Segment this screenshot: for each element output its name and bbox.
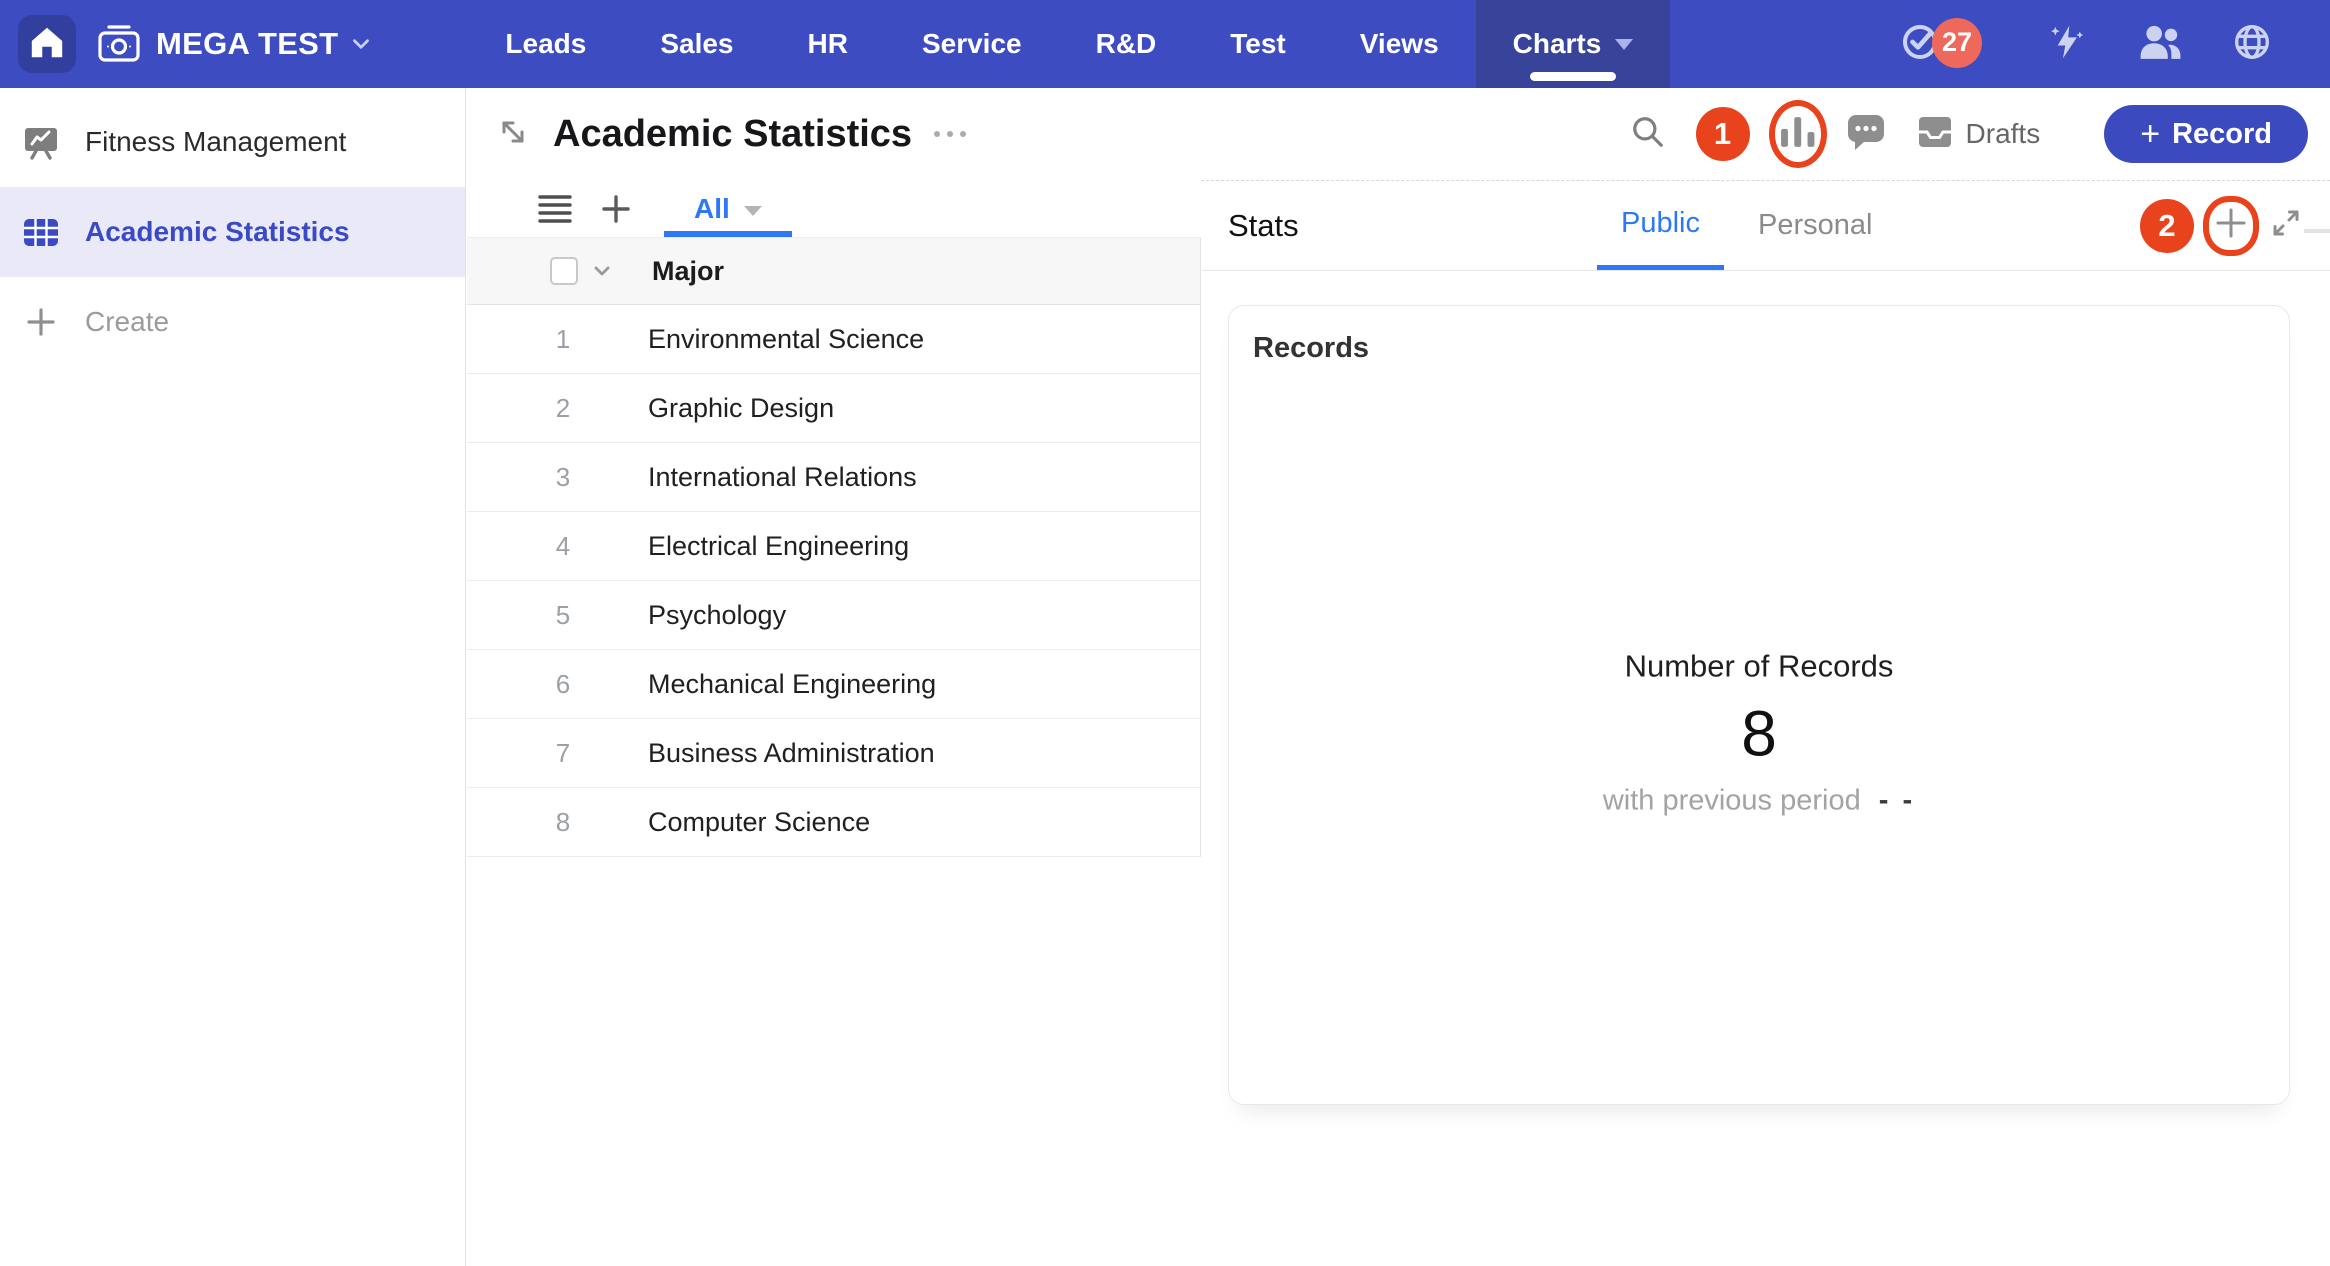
grid-section: All Major 1 Environmental Science: [467, 180, 1201, 1266]
panel-edge-divider: [2304, 229, 2330, 233]
main-area: Academic Statistics 1: [467, 88, 2330, 1266]
stats-panel-title: Stats: [1228, 208, 1299, 244]
workspace-name[interactable]: MEGA TEST: [156, 26, 338, 62]
table-row[interactable]: 8 Computer Science: [467, 788, 1200, 857]
members-button[interactable]: [2138, 22, 2182, 67]
home-icon: [28, 23, 66, 66]
tasks-button[interactable]: 27: [1900, 22, 1940, 67]
triangle-down-icon: [744, 206, 762, 216]
tab-test[interactable]: Test: [1193, 0, 1323, 88]
drafts-label: Drafts: [1966, 118, 2041, 150]
table-row[interactable]: 2 Graphic Design: [467, 374, 1200, 443]
view-bar: All: [467, 180, 1201, 237]
drafts-button[interactable]: Drafts: [1916, 114, 2041, 155]
add-widget-button[interactable]: [2212, 204, 2250, 247]
sidebar-item-label: Fitness Management: [85, 126, 346, 158]
add-record-button[interactable]: + Record: [2104, 105, 2308, 163]
metric-value: 8: [1229, 698, 2289, 768]
table-row[interactable]: 1 Environmental Science: [467, 305, 1200, 374]
more-options-icon[interactable]: [934, 131, 966, 137]
top-navigation-bar: MEGA TEST Leads Sales HR Service R&D Tes…: [0, 0, 2330, 88]
plus-icon: [2212, 204, 2250, 247]
home-button[interactable]: [18, 15, 76, 73]
chevron-down-icon[interactable]: [590, 259, 614, 283]
tab-public[interactable]: Public: [1597, 181, 1724, 270]
stats-tabs: Public Personal: [1597, 181, 1896, 270]
view-tab-all[interactable]: All: [664, 180, 792, 237]
column-header-major[interactable]: Major: [652, 256, 724, 287]
notification-badge: 27: [1932, 18, 1982, 68]
tab-service[interactable]: Service: [885, 0, 1059, 88]
table-tabs: Leads Sales HR Service R&D Test Views Ch…: [468, 0, 1670, 88]
add-view-icon[interactable]: [600, 193, 632, 225]
sidebar-item-label: Create: [85, 306, 169, 338]
sidebar-item-academic-statistics[interactable]: Academic Statistics: [0, 187, 465, 277]
metric-comparison: with previous period - -: [1229, 785, 2289, 818]
chevron-down-icon[interactable]: [348, 31, 374, 57]
stats-panel: Stats Public Personal 2: [1201, 180, 2330, 1266]
header-actions: 1: [1630, 105, 2308, 163]
tab-rnd[interactable]: R&D: [1059, 0, 1194, 88]
table-row[interactable]: 4 Electrical Engineering: [467, 512, 1200, 581]
lightning-sparkles-icon: [2046, 21, 2088, 68]
tab-personal[interactable]: Personal: [1734, 181, 1896, 270]
search-icon[interactable]: [1630, 114, 1666, 155]
automations-button[interactable]: [2046, 21, 2088, 68]
comments-icon[interactable]: [1846, 112, 1886, 157]
sidebar-create-button[interactable]: Create: [0, 277, 465, 367]
topbar-right-icons: 27: [1900, 21, 2330, 68]
table-row[interactable]: 5 Psychology: [467, 581, 1200, 650]
bar-chart-icon: [1780, 115, 1816, 154]
table-row[interactable]: 7 Business Administration: [467, 719, 1200, 788]
annotation-step-2: 2: [2140, 199, 2194, 253]
resize-diagonal-icon[interactable]: [495, 114, 531, 155]
content-split: All Major 1 Environmental Science: [467, 180, 2330, 1266]
stats-actions: 2: [2140, 199, 2304, 253]
records-widget-card[interactable]: Records Number of Records 8 with previou…: [1228, 305, 2290, 1105]
table-row[interactable]: 3 International Relations: [467, 443, 1200, 512]
annotation-step-1: 1: [1696, 107, 1750, 161]
sidebar-item-label: Academic Statistics: [85, 216, 350, 248]
grid-header-row: Major: [467, 237, 1200, 305]
users-icon: [2138, 22, 2182, 67]
tab-views[interactable]: Views: [1323, 0, 1476, 88]
triangle-down-icon: [1615, 39, 1633, 50]
plus-icon: [22, 305, 60, 339]
presentation-board-icon: [22, 123, 60, 161]
data-grid: Major 1 Environmental Science 2 Graphic …: [467, 237, 1201, 857]
comparison-value: - -: [1879, 785, 1915, 817]
tab-leads[interactable]: Leads: [468, 0, 623, 88]
table-grid-icon: [22, 213, 60, 251]
inbox-icon: [1916, 114, 1954, 155]
table-row[interactable]: 6 Mechanical Engineering: [467, 650, 1200, 719]
tab-hr[interactable]: HR: [771, 0, 885, 88]
tab-charts-active[interactable]: Charts: [1476, 0, 1671, 88]
tab-sales[interactable]: Sales: [623, 0, 770, 88]
globe-icon: [2232, 22, 2272, 67]
select-all-checkbox[interactable]: [550, 257, 578, 285]
expand-panel-icon[interactable]: [2268, 205, 2304, 246]
view-list-menu-icon[interactable]: [538, 193, 572, 225]
language-button[interactable]: [2232, 22, 2272, 67]
sidebar: Fitness Management Academic Statistics C…: [0, 88, 466, 1266]
page-title: Academic Statistics: [553, 113, 912, 156]
workspace-icon: [96, 22, 142, 66]
charts-panel-button[interactable]: [1780, 115, 1816, 154]
stats-panel-header: Stats Public Personal 2: [1202, 181, 2330, 271]
sidebar-item-fitness-management[interactable]: Fitness Management: [0, 97, 465, 187]
metric-label: Number of Records: [1229, 648, 2289, 684]
metric-block: Number of Records 8 with previous period…: [1229, 648, 2289, 817]
plus-icon: +: [2140, 117, 2160, 151]
widget-title: Records: [1253, 332, 2265, 365]
table-header-bar: Academic Statistics 1: [467, 88, 2330, 180]
